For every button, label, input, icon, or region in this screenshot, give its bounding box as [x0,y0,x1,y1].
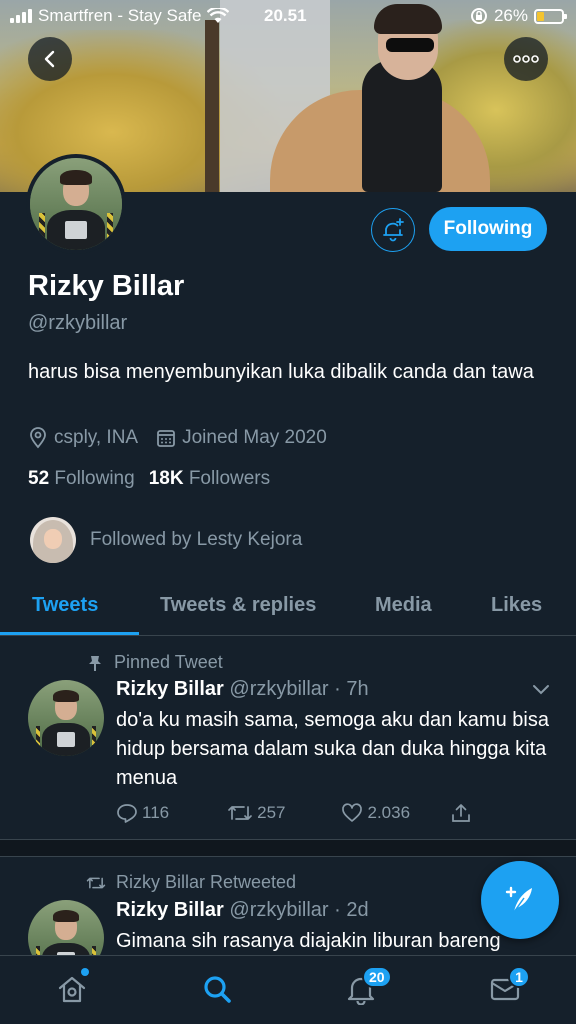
tweet-item[interactable]: Pinned Tweet Rizky Billar @rzkybillar · … [0,636,576,839]
messages-badge: 1 [508,966,530,988]
tweet-author-name: Rizky Billar [116,678,224,700]
status-bar: Smartfren - Stay Safe 20.51 26% [0,0,576,32]
pin-icon [89,655,101,671]
follow-stats: 52 Following 18K Followers [28,468,270,490]
reply-action[interactable]: 116 [116,803,169,823]
tab-tweets[interactable]: Tweets [32,594,98,617]
signal-icon [10,9,32,23]
more-dots-icon [513,55,539,63]
nav-home[interactable] [55,968,89,1006]
notification-bell-button[interactable] [371,208,415,252]
home-icon [58,976,86,1003]
wifi-icon [207,8,230,23]
tweet-divider [0,839,576,857]
compose-tweet-button[interactable] [481,861,559,939]
tweet-meta: @rzkybillar · 2d [229,899,369,921]
profile-tabs: Tweets Tweets & replies Media Likes [0,580,576,636]
retweet-context: Rizky Billar Retweeted [86,872,296,893]
tweet-text: do'a ku masih sama, semoga aku dan kamu … [116,709,549,789]
tweet-author-name: Rizky Billar [116,899,224,921]
nav-search[interactable] [200,972,234,1006]
chevron-down-icon[interactable] [532,684,550,696]
location-pin-icon [30,427,46,449]
tweet-header: Rizky Billar @rzkybillar · 2d [116,899,369,922]
tab-tweets-replies[interactable]: Tweets & replies [160,594,316,617]
banner-tree-trunk [205,20,219,192]
home-unread-dot [81,968,89,976]
tab-media[interactable]: Media [375,594,432,617]
tab-likes[interactable]: Likes [491,594,542,617]
joined-label: Joined May 2020 [182,427,327,448]
battery-icon [534,8,567,24]
profile-bio: harus bisa menyembunyikan luka dibalik c… [28,361,534,383]
share-icon [452,804,470,822]
profile-handle: @rzkybillar [28,312,128,334]
retweet-icon [86,877,106,888]
calendar-icon [157,430,176,447]
bell-plus-icon [383,218,404,242]
followed-by-label: Followed by Lesty Kejora [90,529,303,550]
retweet-icon [228,806,252,820]
back-button[interactable] [28,37,72,81]
profile-meta: csply, INA Joined May 2020 [28,427,345,449]
nav-messages[interactable]: 1 [488,966,530,1006]
pinned-context: Pinned Tweet [86,652,223,673]
carrier-label: Smartfren - Stay Safe [38,6,202,25]
notifications-badge: 20 [362,966,392,988]
battery-percent: 26% [493,6,528,25]
tweet-author-avatar[interactable] [28,680,104,756]
reply-icon [117,804,137,823]
rotation-lock-icon [470,8,487,24]
tweet-meta: @rzkybillar · 7h [229,678,369,700]
following-button[interactable]: Following [429,207,547,251]
following-stat[interactable]: 52 Following [28,468,135,490]
location-label: csply, INA [54,427,139,448]
bottom-navigation: 20 1 [0,955,576,1024]
tweet-author-avatar[interactable] [28,900,104,955]
chevron-left-icon [44,50,55,68]
followers-stat[interactable]: 18K Followers [149,468,270,490]
feather-plus-icon [505,886,532,913]
heart-icon [342,803,363,822]
clock: 20.51 [264,6,307,25]
nav-notifications[interactable]: 20 [344,966,392,1006]
tweet-header: Rizky Billar @rzkybillar · 7h [116,678,369,701]
tweet-actions: 116 257 2.036 [116,802,472,824]
search-icon [204,976,231,1003]
profile-avatar[interactable] [26,154,126,254]
more-button[interactable] [504,37,548,81]
tweet-text: Gimana sih rasanya diajakin liburan bare… [116,930,501,952]
retweet-action[interactable]: 257 [227,803,285,823]
profile-name: Rizky Billar [28,270,185,302]
like-action[interactable]: 2.036 [341,803,410,823]
follower-avatar [30,517,76,563]
followed-by-row[interactable]: Followed by Lesty Kejora [30,517,302,563]
share-action[interactable] [450,802,472,824]
active-tab-indicator [0,632,139,635]
